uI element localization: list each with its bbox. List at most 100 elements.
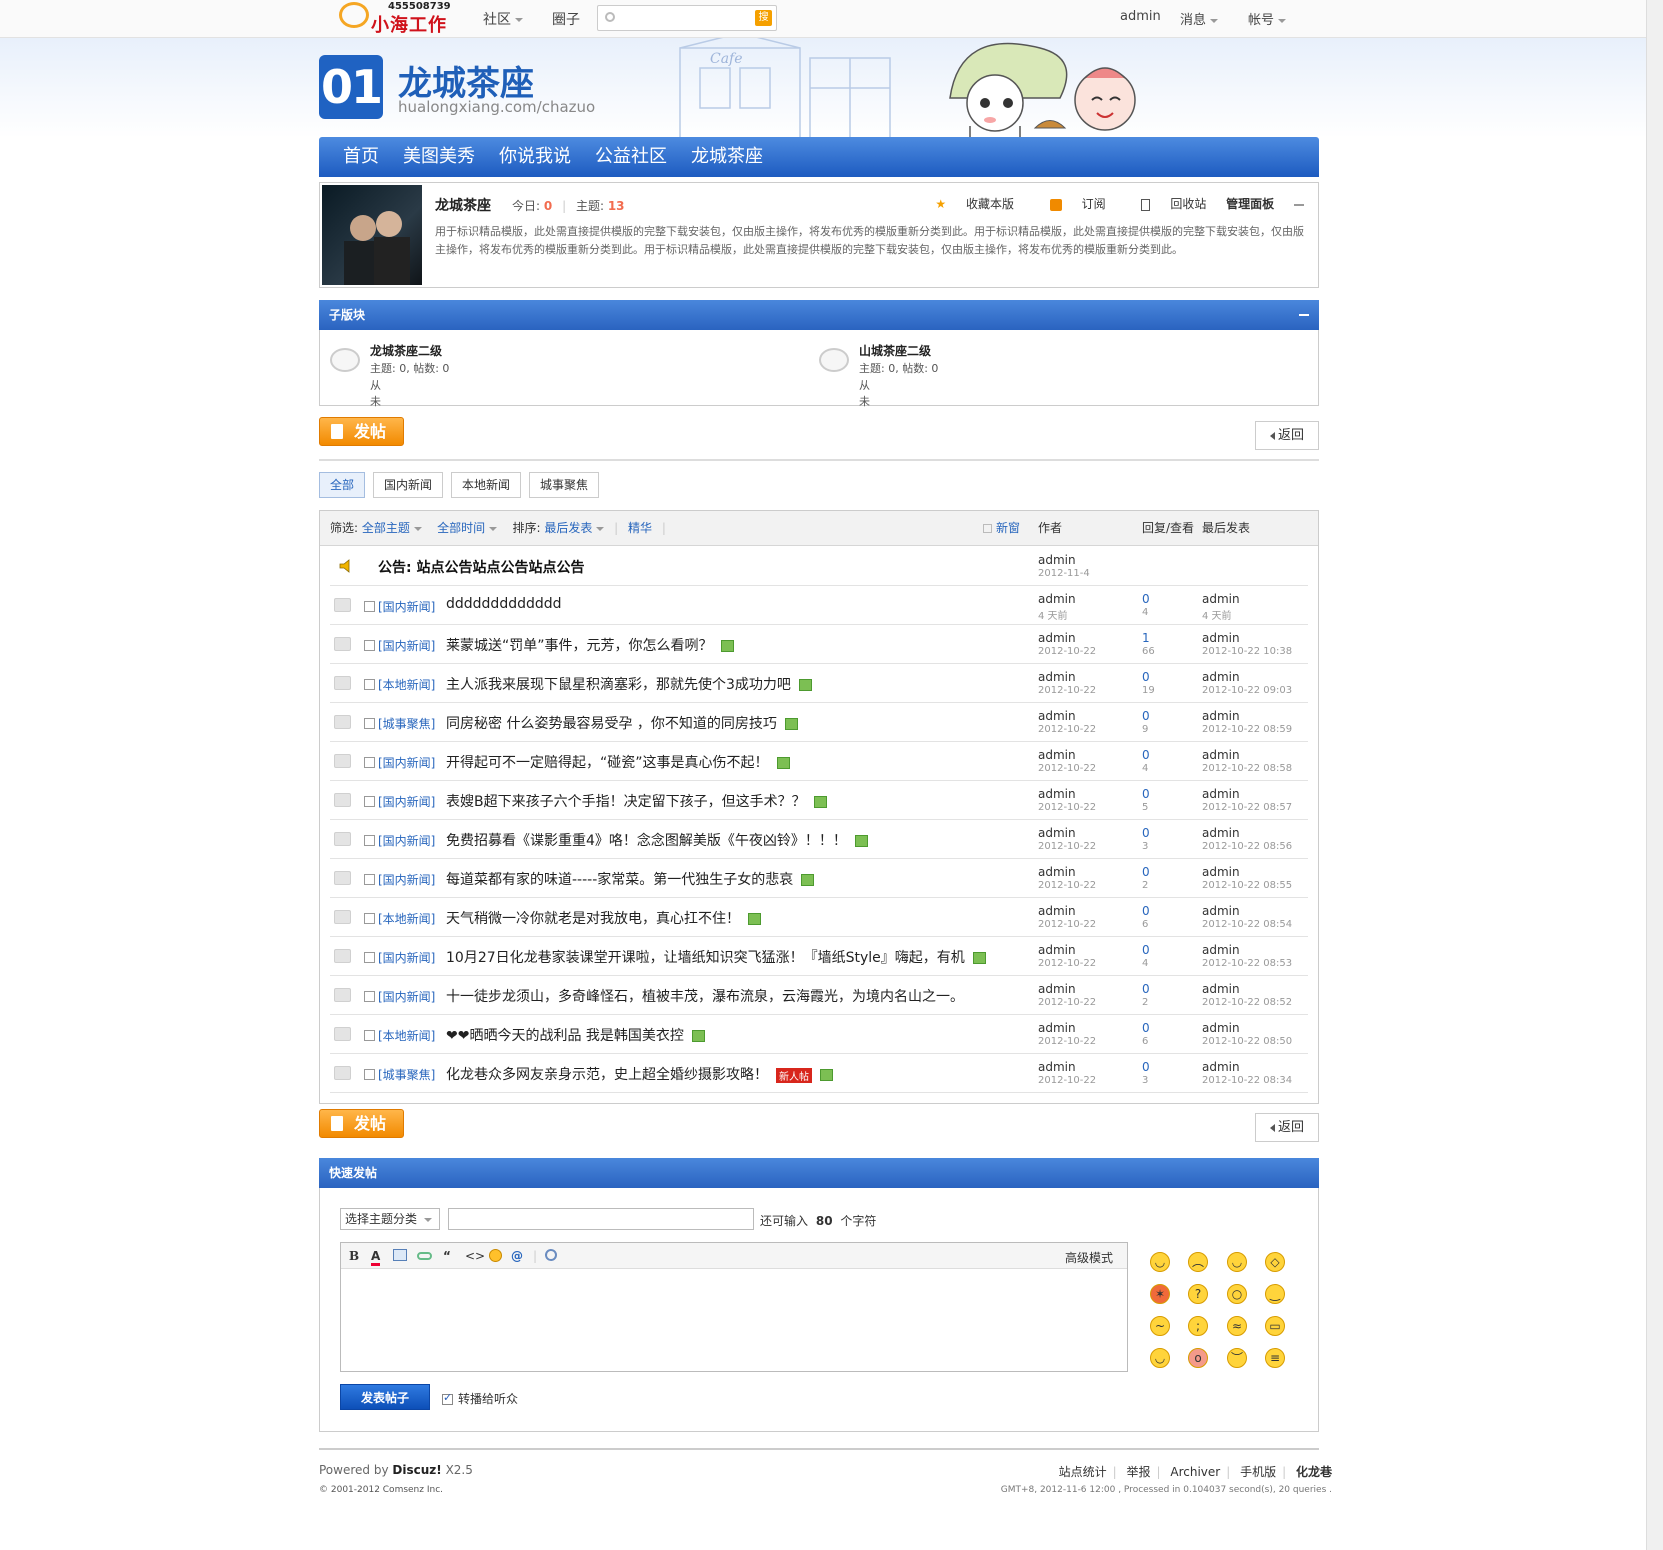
subject-input[interactable]	[448, 1208, 754, 1230]
smiley-icon[interactable]: o	[1188, 1348, 1208, 1368]
smiley-icon[interactable]: ︶	[1227, 1348, 1247, 1368]
smiley-icon[interactable]: ≈	[1227, 1316, 1247, 1336]
thread-replies[interactable]: 1	[1142, 631, 1150, 645]
thread-last-user[interactable]: admin	[1202, 787, 1240, 801]
thread-category[interactable]: [本地新闻]	[378, 910, 435, 927]
thread-last-user[interactable]: admin	[1202, 592, 1240, 606]
thread-category[interactable]: [城事聚焦]	[378, 715, 435, 732]
thread-checkbox[interactable]	[364, 640, 375, 651]
thread-last-date[interactable]: 4 天前	[1202, 607, 1232, 622]
thread-title[interactable]: 每道菜都有家的味道-----家常菜。第一代独生子女的悲哀	[446, 872, 793, 888]
smiley-icon[interactable]	[489, 1249, 502, 1262]
thread-checkbox[interactable]	[364, 601, 375, 612]
thread-replies[interactable]: 0	[1142, 670, 1150, 684]
collapse-icon[interactable]	[1299, 314, 1309, 316]
thread-last-date[interactable]: 2012-10-22 08:57	[1202, 802, 1292, 813]
thread-checkbox[interactable]	[364, 757, 375, 768]
smiley-icon[interactable]: ~	[1150, 1316, 1170, 1336]
thread-last-date[interactable]: 2012-10-22 08:59	[1202, 724, 1292, 735]
footer-link-archiver[interactable]: Archiver	[1170, 1465, 1220, 1479]
main-nav-item[interactable]: 公益社区	[583, 137, 679, 177]
thread-replies[interactable]: 0	[1142, 943, 1150, 957]
thread-category[interactable]: [国内新闻]	[378, 793, 435, 810]
thread-last-user[interactable]: admin	[1202, 1060, 1240, 1074]
filter-digest[interactable]: 精华	[628, 521, 652, 535]
thread-category[interactable]: [国内新闻]	[378, 637, 435, 654]
thread-author[interactable]: admin	[1038, 865, 1076, 879]
thread-category[interactable]: [本地新闻]	[378, 1027, 435, 1044]
thread-title[interactable]: 天气稍微一冷你就老是对我放电，真心扛不住！	[446, 911, 740, 927]
thread-title[interactable]: 莱蒙城送“罚单”事件，元芳，你怎么看咧？	[446, 638, 713, 654]
footer-link-report[interactable]: 举报	[1126, 1465, 1150, 1479]
footer-link-mobile[interactable]: 手机版	[1240, 1465, 1276, 1479]
recycle-bin-link[interactable]: 回收站	[1125, 197, 1206, 211]
thread-replies[interactable]: 0	[1142, 904, 1150, 918]
quote-icon[interactable]: “	[443, 1249, 451, 1263]
user-link[interactable]: admin	[1120, 9, 1161, 24]
advanced-mode-link[interactable]: 高级模式	[1065, 1249, 1113, 1266]
thread-last-date[interactable]: 2012-10-22 08:54	[1202, 919, 1292, 930]
smiley-icon[interactable]: ◡	[1150, 1252, 1170, 1272]
thread-title[interactable]: ❤❤晒晒今天的战利品 我是韩国美衣控	[446, 1028, 684, 1044]
thread-icon[interactable]	[334, 715, 351, 729]
nav-community[interactable]: 社区	[483, 9, 523, 29]
thread-last-date[interactable]: 2012-10-22 08:52	[1202, 997, 1292, 1008]
new-window-toggle[interactable]: 新窗	[983, 511, 1020, 546]
smiley-icon[interactable]: ✶	[1150, 1284, 1170, 1304]
thread-checkbox[interactable]	[364, 796, 375, 807]
thread-last-user[interactable]: admin	[1202, 865, 1240, 879]
thread-category[interactable]: [国内新闻]	[378, 988, 435, 1005]
thread-category[interactable]: [国内新闻]	[378, 949, 435, 966]
broadcast-checkbox[interactable]: 转播给听众	[442, 1390, 518, 1407]
smiley-icon[interactable]: ◡	[1150, 1348, 1170, 1368]
thread-category[interactable]: [城事聚焦]	[378, 1066, 435, 1083]
thread-replies[interactable]: 0	[1142, 787, 1150, 801]
search-button[interactable]: 搜	[755, 10, 772, 26]
smiley-icon[interactable]: ○	[1227, 1284, 1247, 1304]
thread-category[interactable]: [本地新闻]	[378, 676, 435, 693]
smiley-icon[interactable]: ◇	[1265, 1252, 1285, 1272]
thread-last-user[interactable]: admin	[1202, 670, 1240, 684]
main-nav-item[interactable]: 美图美秀	[391, 137, 487, 177]
favorite-forum-link[interactable]: ★ 收藏本版	[919, 197, 1014, 211]
thread-checkbox[interactable]	[364, 679, 375, 690]
footer-link-stats[interactable]: 站点统计	[1059, 1465, 1107, 1479]
thread-checkbox[interactable]	[364, 913, 375, 924]
powered-brand-link[interactable]: Discuz!	[392, 1463, 441, 1477]
back-button[interactable]: 返回	[1255, 421, 1319, 450]
smiley-icon[interactable]: ‿	[1265, 1284, 1285, 1304]
collapse-icon[interactable]	[1294, 203, 1304, 206]
smiley-icon[interactable]: ;	[1188, 1316, 1208, 1336]
mention-icon[interactable]: @	[511, 1249, 523, 1263]
thread-icon[interactable]	[334, 949, 351, 963]
thread-icon[interactable]	[334, 988, 351, 1002]
thread-author[interactable]: admin	[1038, 982, 1076, 996]
tab-city-focus[interactable]: 城事聚焦	[529, 472, 600, 498]
submit-post-button[interactable]: 发表帖子	[340, 1384, 430, 1410]
thread-title[interactable]: 开得起可不一定赔得起，“碰瓷”这事是真心伤不起！	[446, 755, 769, 771]
thread-title[interactable]: ddddddddddddd	[446, 596, 562, 612]
bold-icon[interactable]: B	[349, 1249, 359, 1263]
thread-author[interactable]: admin	[1038, 787, 1076, 801]
smiley-icon[interactable]: ︵	[1188, 1252, 1208, 1272]
thread-last-date[interactable]: 2012-10-22 10:38	[1202, 646, 1292, 657]
smiley-icon[interactable]: ≡	[1265, 1348, 1285, 1368]
thread-icon[interactable]	[334, 832, 351, 846]
thread-last-user[interactable]: admin	[1202, 943, 1240, 957]
thread-replies[interactable]: 0	[1142, 1021, 1150, 1035]
thread-title[interactable]: 表嫂B超下来孩子六个手指！决定留下孩子，但这手术？？	[446, 794, 806, 810]
thread-last-user[interactable]: admin	[1202, 709, 1240, 723]
thread-last-date[interactable]: 2012-10-22 08:50	[1202, 1036, 1292, 1047]
main-nav-item[interactable]: 首页	[331, 137, 391, 177]
link-icon[interactable]	[417, 1252, 432, 1260]
thread-icon[interactable]	[334, 754, 351, 768]
main-nav-item[interactable]: 龙城茶座	[679, 137, 775, 177]
filter-all-time[interactable]: 全部时间	[437, 521, 498, 535]
announcement-author[interactable]: admin	[1038, 553, 1076, 567]
smiley-icon[interactable]: ◡	[1227, 1252, 1247, 1272]
thread-replies[interactable]: 0	[1142, 826, 1150, 840]
back-button[interactable]: 返回	[1255, 1113, 1319, 1142]
image-icon[interactable]	[393, 1249, 407, 1261]
thread-replies[interactable]: 0	[1142, 709, 1150, 723]
thread-title[interactable]: 主人派我来展现下鼠星积滴塞彩，那就先使个3成功力吧	[446, 677, 791, 693]
